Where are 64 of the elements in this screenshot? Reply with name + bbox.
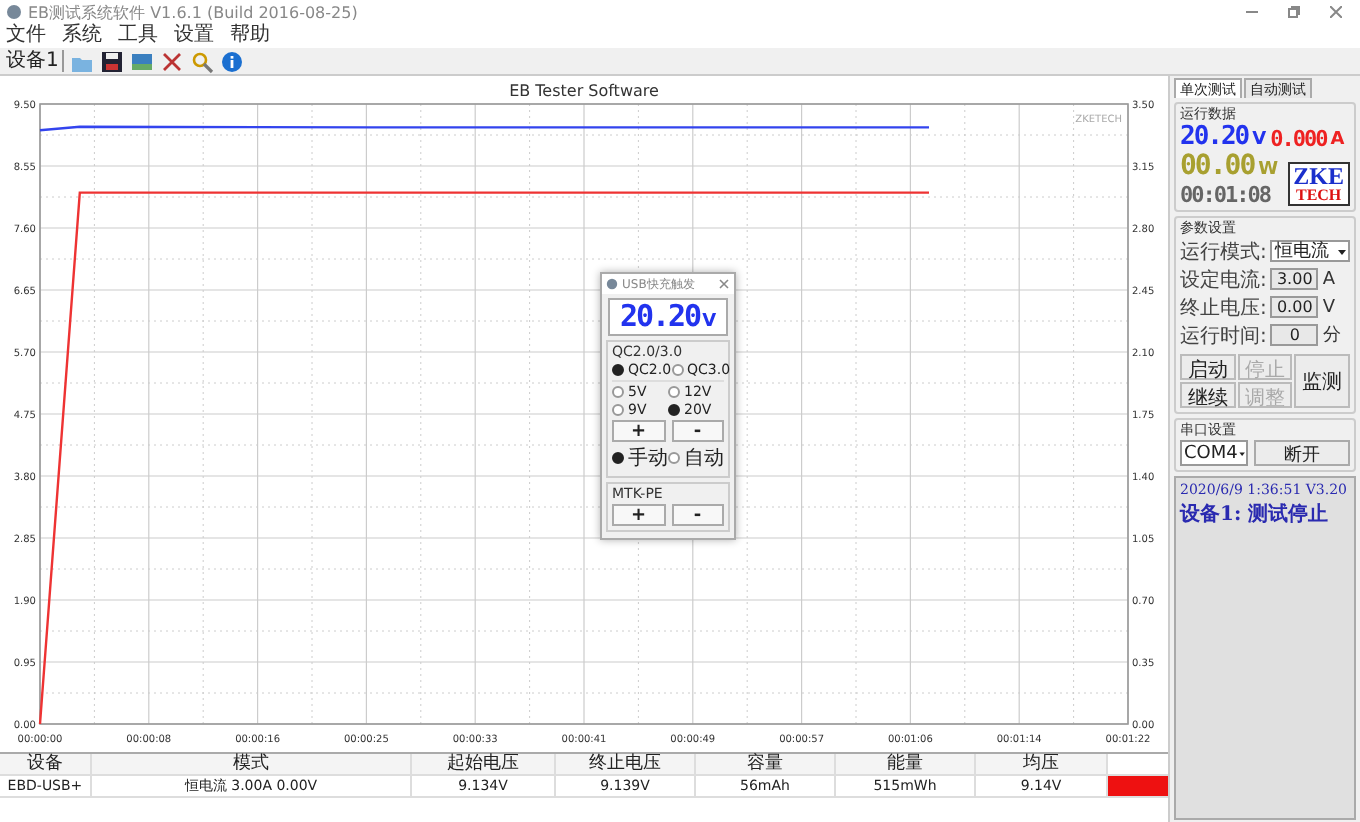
input-field[interactable]: 0.00 bbox=[1270, 296, 1319, 318]
search-icon bbox=[190, 49, 215, 73]
step-button[interactable]: - bbox=[671, 504, 724, 526]
menu-item[interactable]: 文件 bbox=[6, 24, 46, 48]
current-reading: 0.000 bbox=[1270, 128, 1327, 150]
app-icon bbox=[6, 4, 22, 20]
column-header: 起始电压 bbox=[412, 754, 556, 776]
field-label: 终止电压: bbox=[1180, 295, 1267, 321]
caret-icon bbox=[1237, 447, 1246, 459]
menu-item[interactable]: 工具 bbox=[118, 24, 158, 48]
column-header: 能量 bbox=[836, 754, 976, 776]
menu-item[interactable]: 设置 bbox=[174, 24, 214, 48]
info-icon bbox=[220, 49, 245, 73]
mode-select[interactable]: 恒电流 bbox=[1270, 240, 1350, 262]
menu-item[interactable]: 系统 bbox=[62, 24, 102, 48]
logo-text: TECH bbox=[1295, 188, 1342, 204]
step-button[interactable]: + bbox=[612, 420, 665, 442]
field-label: 设定电流: bbox=[1180, 267, 1267, 293]
input-field[interactable]: 0 bbox=[1270, 324, 1319, 346]
column-header: 均压 bbox=[976, 754, 1108, 776]
voltage-display: 20.20V bbox=[608, 298, 728, 336]
close-icon bbox=[1330, 6, 1342, 18]
power-reading: 00.00 bbox=[1180, 152, 1255, 180]
step-button[interactable]: - bbox=[671, 420, 724, 442]
input-field[interactable]: 3.00 bbox=[1270, 268, 1319, 290]
unit-label: A bbox=[1322, 269, 1336, 289]
save-icon bbox=[100, 49, 125, 73]
voltage-reading: 20.20 bbox=[1180, 124, 1249, 150]
log-line: 设备1: 测试停止 bbox=[1180, 501, 1331, 528]
column-header: 容量 bbox=[696, 754, 836, 776]
control-button[interactable]: 启动 bbox=[1180, 354, 1236, 380]
unit-label: W bbox=[1258, 162, 1279, 180]
unit-label: V bbox=[1322, 297, 1336, 317]
radio-option[interactable]: 手动 bbox=[612, 444, 668, 472]
port-select[interactable]: COM4 bbox=[1180, 440, 1248, 466]
field-label: 运行时间: bbox=[1180, 323, 1267, 349]
unit-label: V bbox=[1252, 132, 1267, 150]
device-label: 设备1 bbox=[6, 50, 65, 72]
window-title: EB测试系统软件 V1.6.1 (Build 2016-08-25) bbox=[28, 1, 360, 23]
restore-icon bbox=[1288, 6, 1300, 18]
control-button[interactable]: 继续 bbox=[1180, 382, 1236, 408]
logo-text: ZKE bbox=[1293, 164, 1344, 188]
radio-option[interactable]: 自动 bbox=[668, 444, 724, 472]
info-button[interactable] bbox=[220, 49, 245, 73]
column-header: 设备 bbox=[0, 754, 92, 776]
disconnect-button[interactable]: 断开 bbox=[1254, 440, 1350, 466]
unit-label: A bbox=[1330, 132, 1345, 150]
picture-frame-button[interactable] bbox=[130, 49, 155, 73]
column-header: 模式 bbox=[92, 754, 412, 776]
unit-label: 分 bbox=[1322, 323, 1341, 348]
caret-icon bbox=[1336, 245, 1348, 257]
menu-item[interactable]: 帮助 bbox=[230, 24, 270, 48]
save-button[interactable] bbox=[100, 49, 125, 73]
picture-frame-icon bbox=[130, 49, 155, 73]
column-header: 终止电压 bbox=[556, 754, 696, 776]
close-icon[interactable] bbox=[718, 278, 730, 290]
chart-title: EB Tester Software bbox=[509, 82, 659, 100]
app-icon bbox=[606, 278, 618, 290]
field-label: 运行模式: bbox=[1180, 239, 1267, 265]
monitor-button[interactable]: 监测 bbox=[1294, 354, 1350, 408]
time-reading: 00:01:08 bbox=[1180, 184, 1273, 206]
step-button[interactable]: + bbox=[612, 504, 665, 526]
search-button[interactable] bbox=[190, 49, 215, 73]
minimize-icon bbox=[1246, 6, 1258, 18]
